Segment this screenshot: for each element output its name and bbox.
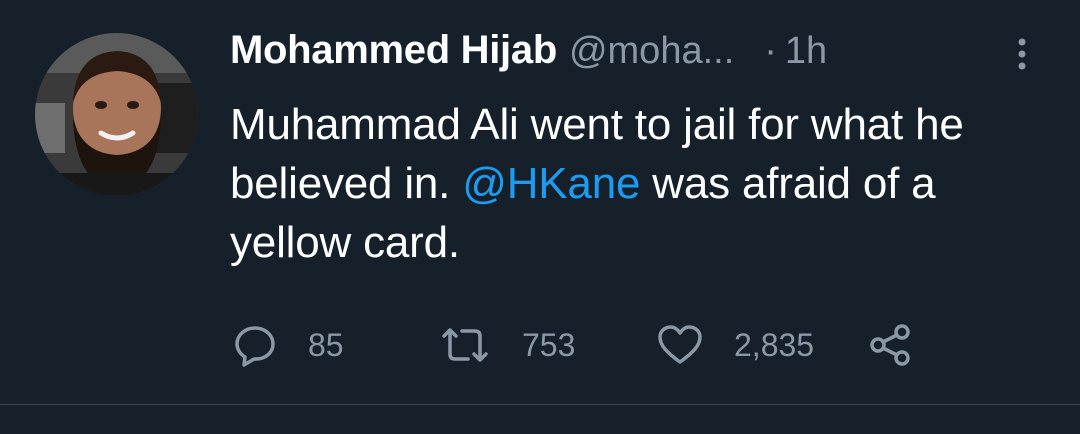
timestamp[interactable]: 1h bbox=[785, 30, 827, 73]
author-handle[interactable]: @moha... bbox=[569, 30, 734, 73]
retweet-button[interactable]: 753 bbox=[438, 320, 575, 370]
tweet-card[interactable]: Mohammed Hijab @moha... · 1h Muhammad Al… bbox=[0, 0, 1080, 404]
retweet-icon bbox=[442, 328, 488, 362]
tweet-actions: 85 753 2,835 bbox=[232, 320, 932, 370]
author-name[interactable]: Mohammed Hijab bbox=[230, 28, 557, 73]
retweet-count: 753 bbox=[522, 326, 576, 363]
tweet-header: Mohammed Hijab @moha... · 1h bbox=[230, 28, 1050, 78]
heart-icon bbox=[658, 325, 702, 364]
avatar[interactable] bbox=[35, 33, 198, 196]
more-options-button[interactable] bbox=[1012, 34, 1032, 74]
reply-button[interactable]: 85 bbox=[232, 320, 344, 370]
like-button[interactable]: 2,835 bbox=[656, 320, 814, 370]
mention-link[interactable]: @HKane bbox=[462, 159, 640, 208]
like-count: 2,835 bbox=[734, 326, 815, 363]
reply-bubble-icon bbox=[235, 326, 275, 367]
reply-count: 85 bbox=[308, 326, 344, 363]
tweet-text: Muhammad Ali went to jail for what he be… bbox=[230, 95, 1050, 272]
share-button[interactable] bbox=[868, 320, 914, 370]
separator-dot: · bbox=[764, 30, 777, 72]
share-icon bbox=[870, 324, 910, 366]
bottom-divider bbox=[0, 404, 1080, 405]
more-vertical-icon bbox=[1018, 38, 1026, 70]
avatar-image bbox=[35, 33, 198, 196]
